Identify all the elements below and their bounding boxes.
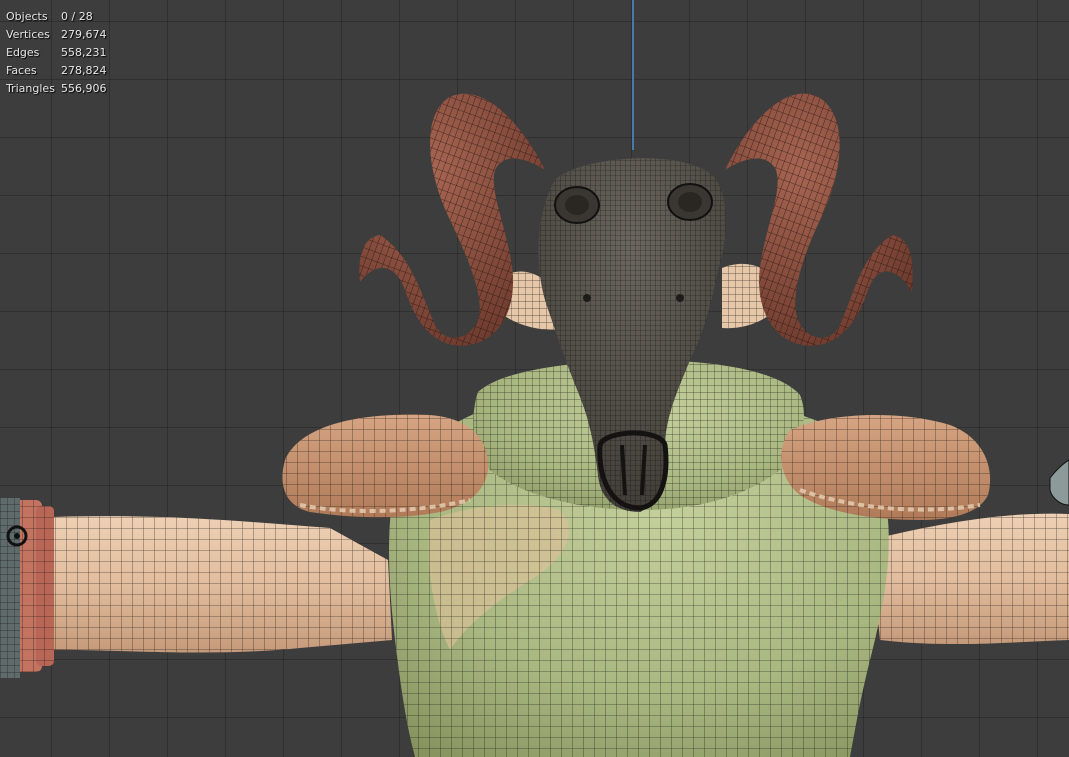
right-bracer [1049,459,1069,506]
left-bracer [0,498,54,678]
stat-label: Objects [6,10,48,23]
stat-value: 279,674 [61,28,107,41]
ram-skull-character-model[interactable] [0,0,1069,757]
stat-label: Triangles [6,82,55,95]
stat-value: 278,824 [61,64,107,77]
left-arm [30,516,392,653]
stat-label: Faces [6,64,37,77]
stat-triangles: Triangles 556,906 [6,80,107,98]
stat-objects: Objects 0 / 28 [6,8,107,26]
stat-value: 0 / 28 [61,10,93,23]
stat-edges: Edges 558,231 [6,44,107,62]
stat-value: 556,906 [61,82,107,95]
stat-vertices: Vertices 279,674 [6,26,107,44]
stat-value: 558,231 [61,46,107,59]
stat-label: Vertices [6,28,50,41]
left-shoulder-pad [282,414,489,518]
viewport-statistics-overlay: Objects 0 / 28 Vertices 279,674 Edges 55… [6,8,107,98]
stat-label: Edges [6,46,40,59]
3d-viewport[interactable]: Objects 0 / 28 Vertices 279,674 Edges 55… [0,0,1069,757]
stat-faces: Faces 278,824 [6,62,107,80]
right-arm [870,513,1069,645]
